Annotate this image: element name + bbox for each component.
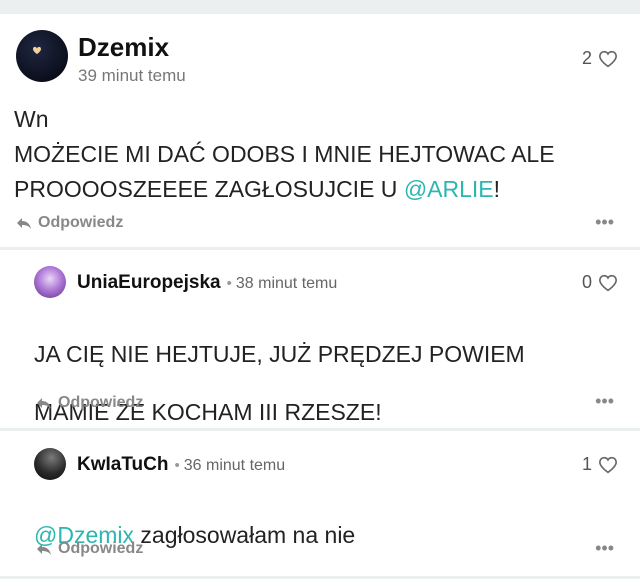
reply-arrow-icon	[37, 543, 51, 555]
like-count: 1	[581, 454, 592, 474]
avatar[interactable]	[34, 448, 66, 480]
mention-link[interactable]: @ARLIE	[404, 176, 494, 202]
comment-text: Wn MOŻECIE MI DAĆ ODOBS I MNIE HEJTOWAC …	[14, 102, 624, 207]
main-comment-card: Dzemix 39 minut temu 2 Wn MOŻECIE MI DAĆ…	[0, 14, 640, 247]
like-control[interactable]: 2	[582, 48, 618, 69]
more-options-icon[interactable]: •••	[595, 212, 614, 233]
reply-author-line: UniaEuropejska • 38 minut temu	[77, 272, 337, 294]
reply-label: Odpowiedz	[38, 214, 124, 231]
more-options-icon[interactable]: •••	[595, 391, 614, 412]
heart-small-icon	[33, 46, 41, 54]
avatar[interactable]	[16, 30, 68, 82]
more-options-icon[interactable]: •••	[595, 538, 614, 559]
heart-outline-icon[interactable]	[598, 456, 618, 474]
like-count: 2	[581, 48, 592, 68]
reply-arrow-icon	[17, 217, 31, 229]
timestamp: 38 minut temu	[235, 275, 338, 292]
comment-line: Wn	[14, 106, 49, 132]
avatar[interactable]	[34, 266, 66, 298]
comment-line-text: PROOOOSZEEEE ZAGŁOSUJCIE U	[14, 176, 404, 202]
heart-outline-icon[interactable]	[598, 50, 618, 68]
reply-button[interactable]: Odpowiedz	[36, 394, 143, 412]
reply-button[interactable]: Odpowiedz	[16, 214, 123, 232]
comment-line-text: zagłosowałam na nie	[134, 522, 356, 548]
timestamp: 39 minut temu	[78, 66, 186, 85]
reply-label: Odpowiedz	[58, 540, 144, 557]
author-name[interactable]: UniaEuropejska	[77, 272, 221, 293]
reply-label: Odpowiedz	[58, 394, 144, 411]
comment-line-end: !	[493, 176, 501, 202]
separator-dot: •	[174, 457, 180, 474]
like-control[interactable]: 0	[582, 272, 618, 293]
author-name[interactable]: Dzemix	[78, 32, 169, 63]
reply-button[interactable]: Odpowiedz	[36, 540, 143, 558]
comment-line: MOŻECIE MI DAĆ ODOBS I MNIE HEJTOWAC ALE	[14, 141, 555, 167]
heart-outline-icon[interactable]	[598, 274, 618, 292]
timestamp: 36 minut temu	[183, 457, 286, 474]
comment-line: PROOOOSZEEEE ZAGŁOSUJCIE U @ARLIE!	[14, 172, 624, 207]
reply-comment-card: KwIaTuCh • 36 minut temu 1 @Dzemix zagłoso…	[0, 431, 640, 576]
comment-text: @Dzemix zagłosowałam na nie	[34, 495, 624, 576]
like-count: 0	[581, 272, 592, 292]
author-name[interactable]: KwIaTuCh	[77, 454, 168, 475]
reply-comment-card: UniaEuropejska • 38 minut temu 0 JA CIĘ NI…	[0, 250, 640, 428]
reply-author-line: KwIaTuCh • 36 minut temu	[77, 454, 285, 476]
like-control[interactable]: 1	[582, 454, 618, 475]
comment-line: JA CIĘ NIE HEJTUJE, JUŻ PRĘDZEJ POWIEM	[34, 341, 525, 367]
separator-dot: •	[226, 275, 232, 292]
reply-arrow-icon	[37, 397, 51, 409]
